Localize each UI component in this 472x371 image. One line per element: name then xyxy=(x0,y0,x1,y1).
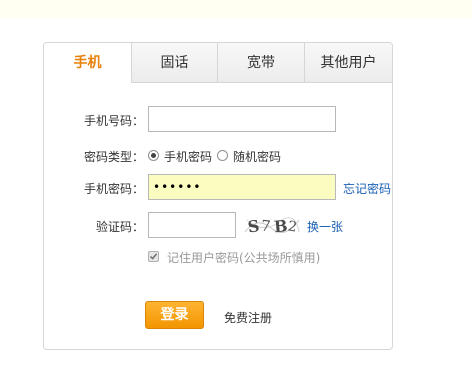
captcha-input[interactable] xyxy=(148,212,236,238)
password-type-label: 密码类型： xyxy=(83,150,144,164)
tab-landline[interactable]: 固话 xyxy=(131,43,217,83)
forgot-password-link[interactable]: 忘记密码 xyxy=(343,180,391,197)
remember-password-checkbox[interactable] xyxy=(148,251,159,262)
captcha-label: 验证码： xyxy=(95,220,144,234)
tab-mobile[interactable]: 手机 xyxy=(44,43,131,83)
phone-number-label: 手机号码： xyxy=(83,114,144,128)
login-panel: 手机 固话 宽带 其他用户 手机号码： 密码类型： 手机密码 随机密码 手机密码… xyxy=(43,42,393,350)
free-register-link[interactable]: 免费注册 xyxy=(224,309,272,326)
radio-phone-password[interactable] xyxy=(148,150,159,161)
radio-random-password-label[interactable]: 随机密码 xyxy=(233,148,281,165)
svg-text:2: 2 xyxy=(286,218,298,235)
password-label: 手机密码： xyxy=(83,182,144,196)
top-banner-strip xyxy=(0,0,472,18)
captcha-image[interactable]: S 7 B 2 xyxy=(243,212,301,238)
login-button[interactable]: 登录 xyxy=(145,301,204,329)
refresh-captcha-link[interactable]: 换一张 xyxy=(307,218,343,235)
password-input[interactable] xyxy=(148,174,336,200)
radio-random-password[interactable] xyxy=(217,150,228,161)
tab-other-users[interactable]: 其他用户 xyxy=(304,43,392,83)
phone-number-input[interactable] xyxy=(148,106,336,132)
login-type-tabs: 手机 固话 宽带 其他用户 xyxy=(44,43,392,83)
remember-password-label[interactable]: 记住用户密码(公共场所慎用) xyxy=(167,249,320,266)
radio-phone-password-label[interactable]: 手机密码 xyxy=(164,148,212,165)
svg-text:S: S xyxy=(247,216,261,236)
check-icon xyxy=(150,253,158,260)
svg-text:7: 7 xyxy=(260,217,271,236)
tab-broadband[interactable]: 宽带 xyxy=(217,43,304,83)
